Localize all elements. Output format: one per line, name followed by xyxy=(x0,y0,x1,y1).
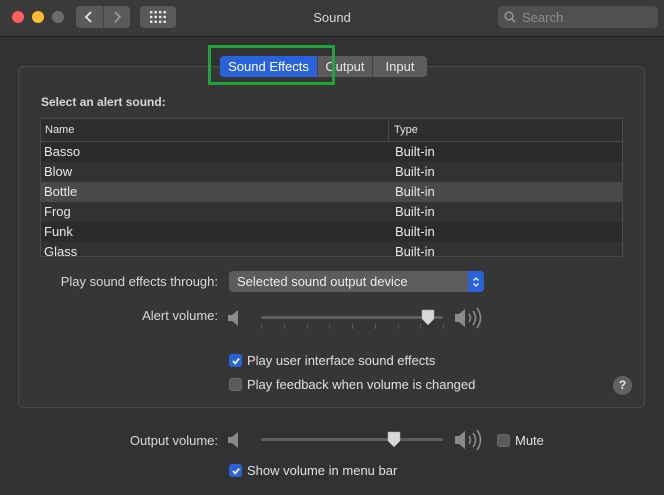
navigation-buttons xyxy=(76,6,130,28)
speaker-high-icon xyxy=(455,429,482,451)
slider-tick xyxy=(375,324,376,329)
slider-tick xyxy=(352,324,353,329)
table-row[interactable]: Basso Built-in xyxy=(41,142,622,162)
output-device-popup[interactable]: Selected sound output device xyxy=(229,271,484,292)
ui-sound-effects-option[interactable]: Play user interface sound effects xyxy=(229,353,435,368)
alert-volume-thumb[interactable] xyxy=(421,309,435,326)
output-volume-label: Output volume: xyxy=(129,433,218,448)
mute-label: Mute xyxy=(515,433,544,448)
chevron-right-icon xyxy=(114,11,122,23)
speaker-low-icon xyxy=(228,432,238,448)
sound-type: Built-in xyxy=(395,144,435,159)
volume-feedback-option[interactable]: Play feedback when volume is changed xyxy=(229,377,475,392)
chevron-up-down-icon xyxy=(473,276,479,287)
back-button[interactable] xyxy=(76,6,103,28)
ui-sound-effects-label: Play user interface sound effects xyxy=(247,353,436,368)
table-row[interactable]: Funk Built-in xyxy=(41,222,622,242)
output-volume-slider[interactable] xyxy=(261,438,443,441)
column-header-type[interactable]: Type xyxy=(389,119,418,141)
slider-tick xyxy=(307,324,308,329)
search-field[interactable] xyxy=(498,6,658,28)
title-bar: Sound xyxy=(0,0,664,37)
alert-sound-heading: Select an alert sound: xyxy=(41,95,166,109)
volume-feedback-label: Play feedback when volume is changed xyxy=(247,377,476,392)
search-input[interactable] xyxy=(520,8,654,26)
sound-name: Basso xyxy=(44,144,81,159)
sound-type: Built-in xyxy=(395,224,435,239)
checkmark-icon xyxy=(231,467,240,475)
sound-name: Frog xyxy=(44,204,71,219)
popup-arrows xyxy=(468,271,484,292)
speaker-low-icon xyxy=(228,310,238,326)
help-button[interactable]: ? xyxy=(613,376,632,395)
close-window-button[interactable] xyxy=(12,11,24,23)
search-icon xyxy=(504,11,516,23)
alert-volume-label: Alert volume: xyxy=(142,308,218,323)
mute-option[interactable]: Mute xyxy=(497,433,544,448)
minimize-window-button[interactable] xyxy=(32,11,44,23)
forward-button[interactable] xyxy=(102,6,131,28)
output-device-value: Selected sound output device xyxy=(237,274,408,289)
alert-sound-table[interactable]: Name Type Basso Built-in Blow Built-in B… xyxy=(40,118,623,257)
table-row[interactable]: Frog Built-in xyxy=(41,202,622,222)
table-body: Basso Built-in Blow Built-in Bottle Buil… xyxy=(41,142,622,257)
highlight-box xyxy=(208,45,335,85)
alert-volume-ticks xyxy=(261,324,444,330)
tab-input[interactable]: Input xyxy=(372,56,427,77)
sound-type: Built-in xyxy=(395,204,435,219)
slider-tick xyxy=(443,324,444,329)
slider-tick xyxy=(261,324,262,329)
play-through-label: Play sound effects through: xyxy=(60,274,218,289)
sound-name: Blow xyxy=(44,164,73,179)
mute-checkbox[interactable] xyxy=(497,434,510,447)
column-header-name[interactable]: Name xyxy=(41,119,389,141)
show-volume-menu-bar-checkbox[interactable] xyxy=(229,464,242,477)
sound-name: Glass xyxy=(44,244,78,257)
show-volume-menu-bar-option[interactable]: Show volume in menu bar xyxy=(229,463,397,478)
output-volume-thumb[interactable] xyxy=(387,431,401,448)
sound-type: Built-in xyxy=(395,164,435,179)
speaker-high-icon xyxy=(455,307,482,329)
slider-tick xyxy=(398,324,399,329)
zoom-window-button[interactable] xyxy=(52,11,64,23)
sound-type: Built-in xyxy=(395,184,435,199)
show-volume-menu-bar-label: Show volume in menu bar xyxy=(247,463,398,478)
ui-sound-effects-checkbox[interactable] xyxy=(229,354,242,367)
chevron-left-icon xyxy=(84,11,92,23)
sound-type: Built-in xyxy=(395,244,435,257)
volume-feedback-checkbox[interactable] xyxy=(229,378,242,391)
slider-tick xyxy=(284,324,285,329)
table-row[interactable]: Glass Built-in xyxy=(41,242,622,257)
sound-preferences-window: Sound Sound Effects Output Input Select … xyxy=(0,0,664,495)
alert-volume-slider[interactable] xyxy=(261,316,443,319)
table-row[interactable]: Blow Built-in xyxy=(41,162,622,182)
sound-name: Funk xyxy=(44,224,73,239)
show-all-button[interactable] xyxy=(140,6,176,28)
slider-tick xyxy=(329,324,330,329)
checkmark-icon xyxy=(231,357,240,365)
table-row-selected[interactable]: Bottle Built-in xyxy=(41,182,622,202)
table-header: Name Type xyxy=(41,119,622,142)
sound-name: Bottle xyxy=(44,184,78,199)
grid-icon xyxy=(150,11,166,23)
